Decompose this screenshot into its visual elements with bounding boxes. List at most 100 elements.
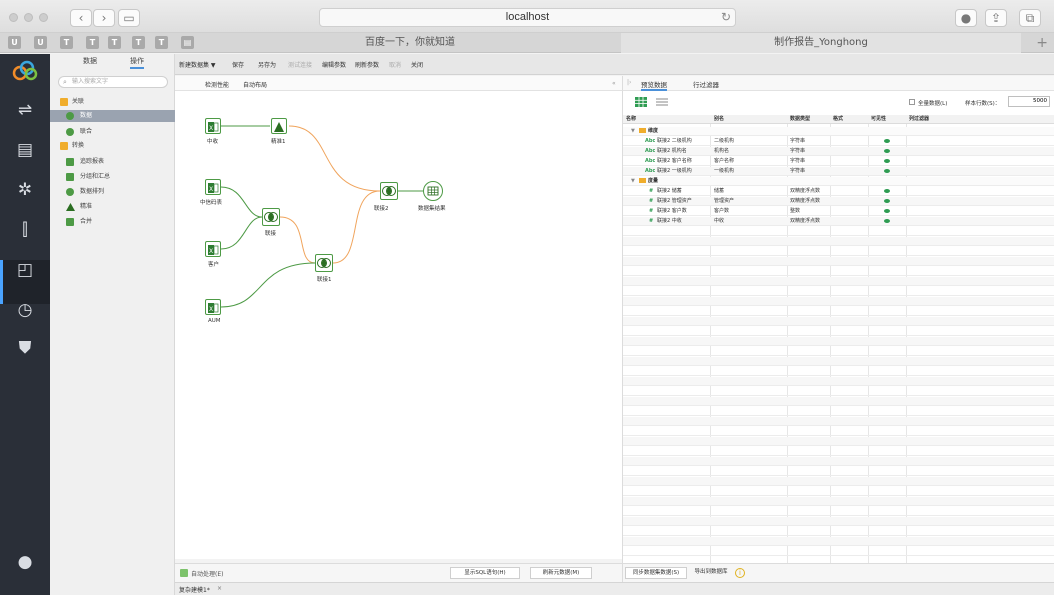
- pinned-tab-8[interactable]: ▤: [181, 36, 194, 49]
- save-button[interactable]: 保存: [232, 60, 244, 69]
- share-button[interactable]: ⇪: [985, 9, 1007, 27]
- tab-baidu[interactable]: 百度一下，你就知道: [200, 33, 620, 53]
- save-as-button[interactable]: 另存为: [258, 60, 276, 69]
- collapse-arrow-icon[interactable]: ▼: [631, 177, 635, 185]
- eye-icon[interactable]: [884, 169, 890, 173]
- sidebar-item-group[interactable]: 分组和汇总: [50, 171, 175, 183]
- tab-row-filter[interactable]: 行过滤器: [693, 79, 719, 89]
- close-tab-icon[interactable]: ×: [217, 585, 222, 592]
- report-icon[interactable]: ⫿: [13, 218, 37, 242]
- eye-icon[interactable]: [884, 209, 890, 213]
- user-icon[interactable]: ●: [13, 550, 37, 574]
- table-row[interactable]: Abc 联接2 二级机构 二级机构 字符串: [623, 137, 1054, 146]
- sidebar-item-union[interactable]: 联合: [50, 126, 175, 138]
- refresh-metadata-button[interactable]: 刷新元数据(M): [530, 567, 592, 579]
- tabs-overview-button[interactable]: ⧉: [1019, 9, 1041, 27]
- search-input[interactable]: ⌕ 输入搜索文字: [58, 76, 168, 88]
- result-node[interactable]: [423, 181, 443, 201]
- all-data-checkbox[interactable]: [909, 99, 915, 105]
- tab-preview-data[interactable]: 预览数据: [641, 79, 667, 91]
- sidebar-item-data[interactable]: 数据: [50, 110, 175, 122]
- sidebar-item-sort[interactable]: 数据排列: [50, 186, 175, 198]
- network-icon[interactable]: ✲: [13, 178, 37, 202]
- table-row[interactable]: ▼ 度量: [623, 177, 1054, 186]
- window-zoom-dot[interactable]: [39, 13, 48, 22]
- sidebar-item-trace[interactable]: 追踪报表: [50, 156, 175, 168]
- list-view-icon[interactable]: [656, 97, 668, 107]
- modeling-canvas[interactable]: X 中收 精准1 X 中信码表 联接 X 客户 联接1 X AUM 联接2 数据…: [175, 91, 622, 559]
- dataset-icon[interactable]: ▤: [13, 138, 37, 162]
- eye-icon[interactable]: [884, 139, 890, 143]
- back-button[interactable]: ‹: [70, 9, 92, 27]
- excel-node-customer[interactable]: X: [205, 241, 221, 257]
- reload-icon[interactable]: ↻: [721, 9, 731, 26]
- extension-button[interactable]: ●: [955, 9, 977, 27]
- show-sql-button[interactable]: 显示SQL语句(H): [450, 567, 520, 579]
- pinned-tab-4[interactable]: T: [86, 36, 99, 49]
- eye-icon[interactable]: [884, 189, 890, 193]
- table-row[interactable]: # 联接2 储蓄 储蓄 双精度浮点数: [623, 187, 1054, 196]
- filter-node-precise1[interactable]: [271, 118, 287, 134]
- tab-yonghong-report[interactable]: 制作报告_Yonghong: [621, 33, 1021, 53]
- eye-icon[interactable]: [884, 219, 890, 223]
- excel-node-zhongshou[interactable]: X: [205, 118, 221, 134]
- address-bar[interactable]: localhost ↻: [319, 8, 736, 27]
- join-node-1[interactable]: [315, 254, 333, 272]
- table-row[interactable]: # 联接2 客户数 客户数 整数: [623, 207, 1054, 216]
- document-tab[interactable]: 复杂建模1*: [179, 585, 210, 594]
- sidebar-item-precise[interactable]: 精准: [50, 201, 175, 213]
- connection-icon[interactable]: ⇌: [13, 98, 37, 122]
- new-dataset-button[interactable]: 新建数据集 ▼: [179, 60, 216, 69]
- refresh-params-button[interactable]: 刷新参数: [355, 60, 379, 69]
- chart-icon[interactable]: ◰: [13, 258, 37, 282]
- sidebar-item-transform-folder[interactable]: 转换: [50, 140, 175, 152]
- pinned-tab-7[interactable]: T: [155, 36, 168, 49]
- tab-operation[interactable]: 操作: [130, 56, 144, 69]
- text-type-icon: Abc: [645, 168, 656, 174]
- sync-dataset-button[interactable]: 同步数据集数据(S): [625, 567, 687, 579]
- tab-data[interactable]: 数据: [83, 56, 97, 66]
- table-row[interactable]: # 联接2 中收 中收 双精度浮点数: [623, 217, 1054, 226]
- check-performance-button[interactable]: 检测性能: [205, 80, 229, 89]
- collapse-right-icon[interactable]: |›: [627, 79, 631, 86]
- sidebar-item-merge[interactable]: 合并: [50, 216, 175, 228]
- excel-node-aum[interactable]: X: [205, 299, 221, 315]
- new-tab-button[interactable]: +: [1036, 35, 1048, 51]
- excel-node-code-table[interactable]: X: [205, 179, 221, 195]
- pinned-tab-6[interactable]: T: [132, 36, 145, 49]
- info-icon[interactable]: i: [735, 568, 745, 578]
- pinned-tab-2[interactable]: U: [34, 36, 47, 49]
- eye-icon[interactable]: [884, 149, 890, 153]
- window-close-dot[interactable]: [9, 13, 18, 22]
- table-row[interactable]: Abc 联接2 机构名 机构名 字符串: [623, 147, 1054, 156]
- table-row[interactable]: Abc 联接2 一级机构 一级机构 字符串: [623, 167, 1054, 176]
- pinned-tab-1[interactable]: U: [8, 36, 21, 49]
- eye-icon[interactable]: [884, 199, 890, 203]
- sidebar-toggle-button[interactable]: ▭: [118, 9, 140, 27]
- collapse-arrow-icon[interactable]: ▼: [631, 127, 635, 135]
- collapse-left-icon[interactable]: «: [612, 80, 616, 87]
- join-node-2[interactable]: [380, 182, 398, 200]
- forward-button[interactable]: ›: [93, 9, 115, 27]
- close-button[interactable]: 关闭: [411, 60, 423, 69]
- pinned-tab-3[interactable]: T: [60, 36, 73, 49]
- trace-icon: [66, 158, 74, 166]
- clock-icon[interactable]: ◷: [13, 298, 37, 322]
- sidebar-item-join-folder[interactable]: 关联: [50, 96, 175, 108]
- sample-rows-input[interactable]: 5000: [1008, 96, 1050, 107]
- table-row[interactable]: ▼ 维度: [623, 127, 1054, 136]
- pinned-tab-5[interactable]: T: [108, 36, 121, 49]
- window-minimize-dot[interactable]: [24, 13, 33, 22]
- grid-view-icon[interactable]: [635, 97, 647, 107]
- test-connection-button[interactable]: 测试连接: [288, 60, 312, 69]
- table-row[interactable]: # 联接2 管理资产 管理资产 双精度浮点数: [623, 197, 1054, 206]
- eye-icon[interactable]: [884, 159, 890, 163]
- export-db-button[interactable]: 导出到数据库: [689, 567, 733, 579]
- auto-layout-button[interactable]: 自动布局: [243, 80, 267, 89]
- shield-icon[interactable]: ⛊: [13, 336, 37, 360]
- cancel-button[interactable]: 取消: [389, 60, 401, 69]
- auto-process-checkbox[interactable]: [180, 569, 188, 577]
- edit-params-button[interactable]: 编辑参数: [322, 60, 346, 69]
- table-row[interactable]: Abc 联接2 客户名称 客户名称 字符串: [623, 157, 1054, 166]
- join-node[interactable]: [262, 208, 280, 226]
